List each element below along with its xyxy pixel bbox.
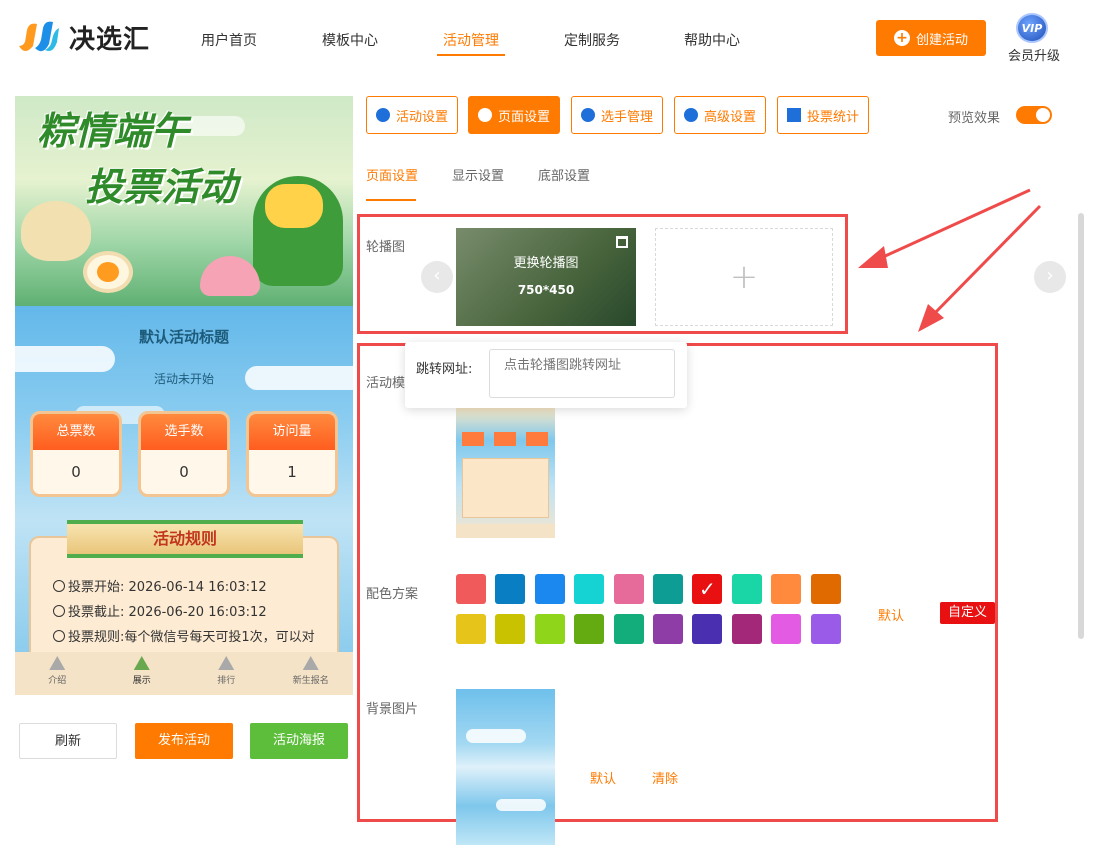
- color-swatch[interactable]: [456, 614, 486, 644]
- thumb-stat: [526, 432, 548, 446]
- color-swatch[interactable]: [574, 614, 605, 644]
- color-swatch[interactable]: [534, 614, 565, 644]
- jump-url-popup: 跳转网址:: [405, 342, 687, 408]
- background-clear-button[interactable]: 清除: [652, 768, 678, 787]
- color-swatch[interactable]: [810, 574, 841, 604]
- color-swatch[interactable]: [771, 574, 802, 604]
- color-swatch[interactable]: [495, 574, 526, 604]
- template-thumbnail[interactable]: [456, 408, 555, 538]
- color-swatch[interactable]: [771, 614, 802, 644]
- thumb-stat: [462, 432, 484, 446]
- color-swatch[interactable]: [653, 614, 683, 644]
- color-custom-button[interactable]: 自定义: [940, 602, 995, 624]
- cloud: [496, 799, 546, 811]
- color-swatch[interactable]: [456, 574, 486, 604]
- jump-url-input[interactable]: [489, 349, 675, 398]
- thumb-stat: [494, 432, 516, 446]
- background-image-thumbnail[interactable]: [456, 689, 555, 845]
- color-swatch[interactable]: [810, 614, 841, 644]
- color-swatch[interactable]: [692, 614, 723, 644]
- color-swatch[interactable]: [731, 614, 762, 644]
- color-swatch[interactable]: [613, 614, 644, 644]
- background-default-button[interactable]: 默认: [590, 768, 616, 787]
- template-label: 活动模: [366, 376, 406, 391]
- color-scheme-label: 配色方案: [366, 587, 419, 602]
- thumb-tabbar: [456, 524, 555, 538]
- jump-url-label: 跳转网址:: [416, 362, 473, 377]
- color-swatch[interactable]: [692, 574, 723, 604]
- color-default-button[interactable]: 默认: [878, 605, 904, 624]
- thumb-rules: [462, 458, 549, 518]
- color-swatch[interactable]: [653, 574, 683, 604]
- color-swatch[interactable]: [495, 614, 526, 644]
- cloud: [466, 729, 526, 743]
- background-image-label: 背景图片: [366, 702, 419, 717]
- color-swatch[interactable]: [534, 574, 565, 604]
- color-swatch[interactable]: [731, 574, 762, 604]
- color-swatch[interactable]: [574, 574, 605, 604]
- color-swatch[interactable]: [613, 574, 644, 604]
